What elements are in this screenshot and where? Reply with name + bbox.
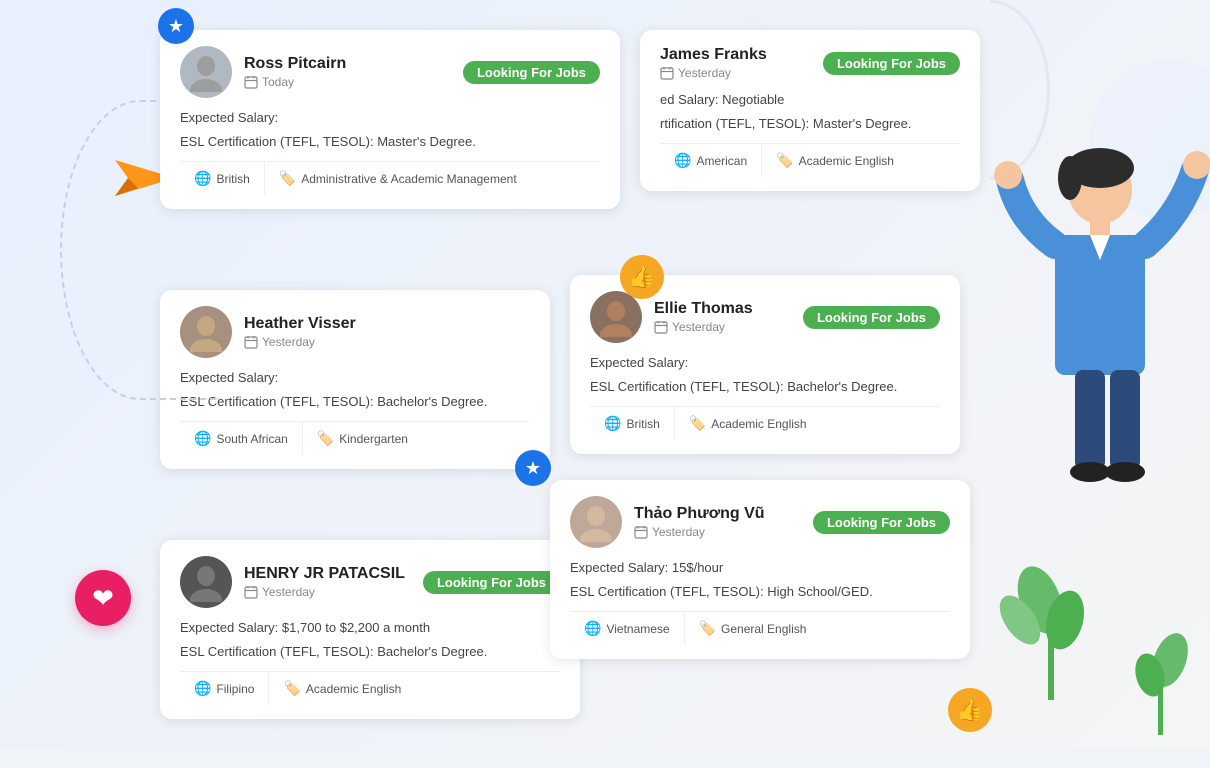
body-heather: Expected Salary: ESL Certification (TEFL… (180, 368, 530, 411)
card-ross[interactable]: Ross Pitcairn Today Looking For Jobs Exp… (160, 30, 620, 209)
tags-james: 🌐 American 🏷️ Academic English (660, 143, 960, 177)
date-thao: Yesterday (634, 525, 801, 539)
name-ross: Ross Pitcairn (244, 55, 451, 73)
body-ross: Expected Salary: ESL Certification (TEFL… (180, 108, 600, 151)
calendar-icon-heather (244, 335, 258, 349)
tag-specialty-ross: 🏷️ Administrative & Academic Management (265, 162, 531, 195)
tag-icon-heather: 🏷️ (317, 430, 334, 447)
star-badge-mid: ★ (515, 450, 551, 486)
globe-icon-henry: 🌐 (194, 680, 211, 697)
main-container: ★ 👍 ★ ❤ 👍 Ross Pitcairn (0, 0, 1210, 748)
tag-nationality-thao: 🌐 Vietnamese (570, 612, 685, 645)
globe-icon-heather: 🌐 (194, 430, 211, 447)
tag-nationality-james: 🌐 American (660, 144, 762, 177)
avatar-ross (180, 46, 232, 98)
globe-icon-james: 🌐 (674, 152, 691, 169)
card-henry[interactable]: HENRY JR PATACSIL Yesterday Looking For … (160, 540, 580, 719)
avatar-ellie (590, 291, 642, 343)
title-group-heather: Heather Visser Yesterday (244, 315, 530, 349)
tag-icon-thao: 🏷️ (699, 620, 716, 637)
card-header-thao: Thảo Phương Vũ Yesterday Looking For Job… (570, 496, 950, 548)
name-thao: Thảo Phương Vũ (634, 505, 801, 523)
salary-ross: Expected Salary: (180, 108, 600, 128)
tag-specialty-ellie: 🏷️ Academic English (675, 407, 821, 440)
date-ross: Today (244, 75, 451, 89)
card-header-james: James Franks Yesterday Looking For Jobs (660, 46, 960, 80)
title-group-ellie: Ellie Thomas Yesterday (654, 300, 791, 334)
cert-ellie: ESL Certification (TEFL, TESOL): Bachelo… (590, 377, 940, 397)
avatar-henry (180, 556, 232, 608)
tag-nationality-heather: 🌐 South African (180, 422, 303, 455)
title-group-henry: HENRY JR PATACSIL Yesterday (244, 565, 411, 599)
card-james[interactable]: James Franks Yesterday Looking For Jobs … (640, 30, 980, 191)
card-header-henry: HENRY JR PATACSIL Yesterday Looking For … (180, 556, 560, 608)
card-ellie[interactable]: Ellie Thomas Yesterday Looking For Jobs … (570, 275, 960, 454)
globe-icon-ellie: 🌐 (604, 415, 621, 432)
salary-henry: Expected Salary: $1,700 to $2,200 a mont… (180, 618, 560, 638)
calendar-icon-ellie (654, 320, 668, 334)
body-henry: Expected Salary: $1,700 to $2,200 a mont… (180, 618, 560, 661)
globe-icon-ross: 🌐 (194, 170, 211, 187)
name-heather: Heather Visser (244, 315, 530, 333)
date-henry: Yesterday (244, 585, 411, 599)
heart-badge: ❤ (75, 570, 131, 626)
tags-thao: 🌐 Vietnamese 🏷️ General English (570, 611, 950, 645)
illustration-figure (990, 60, 1210, 740)
salary-ellie: Expected Salary: (590, 353, 940, 373)
tag-icon-henry: 🏷️ (283, 680, 300, 697)
title-group-ross: Ross Pitcairn Today (244, 55, 451, 89)
tags-ellie: 🌐 British 🏷️ Academic English (590, 406, 940, 440)
globe-icon-thao: 🌐 (584, 620, 601, 637)
salary-thao: Expected Salary: 15$/hour (570, 558, 950, 578)
badge-thao: Looking For Jobs (813, 511, 950, 534)
body-james: ed Salary: Negotiable rtification (TEFL,… (660, 90, 960, 133)
salary-james: ed Salary: Negotiable (660, 90, 960, 110)
tag-nationality-ellie: 🌐 British (590, 407, 675, 440)
badge-james: Looking For Jobs (823, 52, 960, 75)
tags-heather: 🌐 South African 🏷️ Kindergarten (180, 421, 530, 455)
cert-heather: ESL Certification (TEFL, TESOL): Bachelo… (180, 392, 530, 412)
body-thao: Expected Salary: 15$/hour ESL Certificat… (570, 558, 950, 601)
calendar-icon-thao (634, 525, 648, 539)
badge-ross: Looking For Jobs (463, 61, 600, 84)
cert-henry: ESL Certification (TEFL, TESOL): Bachelo… (180, 642, 560, 662)
badge-ellie: Looking For Jobs (803, 306, 940, 329)
tag-icon-ross: 🏷️ (279, 170, 296, 187)
name-ellie: Ellie Thomas (654, 300, 791, 318)
thumbs-up-badge-mid: 👍 (620, 255, 664, 299)
body-ellie: Expected Salary: ESL Certification (TEFL… (590, 353, 940, 396)
avatar-thao (570, 496, 622, 548)
title-group-james: James Franks Yesterday (660, 46, 811, 80)
calendar-icon-henry (244, 585, 258, 599)
tag-specialty-thao: 🏷️ General English (685, 612, 821, 645)
tag-specialty-heather: 🏷️ Kindergarten (303, 422, 422, 455)
card-thao[interactable]: Thảo Phương Vũ Yesterday Looking For Job… (550, 480, 970, 659)
card-header-ross: Ross Pitcairn Today Looking For Jobs (180, 46, 600, 98)
tags-ross: 🌐 British 🏷️ Administrative & Academic M… (180, 161, 600, 195)
cert-james: rtification (TEFL, TESOL): Master's Degr… (660, 114, 960, 134)
star-badge-top: ★ (158, 8, 194, 44)
tag-nationality-ross: 🌐 British (180, 162, 265, 195)
cert-ross: ESL Certification (TEFL, TESOL): Master'… (180, 132, 600, 152)
calendar-icon-james (660, 66, 674, 80)
name-james: James Franks (660, 46, 811, 64)
cert-thao: ESL Certification (TEFL, TESOL): High Sc… (570, 582, 950, 602)
calendar-icon-ross (244, 75, 258, 89)
tag-icon-james: 🏷️ (776, 152, 793, 169)
tags-henry: 🌐 Filipino 🏷️ Academic English (180, 671, 560, 705)
salary-heather: Expected Salary: (180, 368, 530, 388)
tag-specialty-henry: 🏷️ Academic English (269, 672, 415, 705)
card-header-heather: Heather Visser Yesterday (180, 306, 530, 358)
date-ellie: Yesterday (654, 320, 791, 334)
cards-area: Ross Pitcairn Today Looking For Jobs Exp… (160, 20, 1000, 768)
tag-specialty-james: 🏷️ Academic English (762, 144, 908, 177)
tag-icon-ellie: 🏷️ (689, 415, 706, 432)
badge-henry: Looking For Jobs (423, 571, 560, 594)
name-henry: HENRY JR PATACSIL (244, 565, 411, 583)
thumbs-up-badge-bottom: 👍 (948, 688, 992, 732)
date-james: Yesterday (660, 66, 811, 80)
title-group-thao: Thảo Phương Vũ Yesterday (634, 505, 801, 539)
tag-nationality-henry: 🌐 Filipino (180, 672, 269, 705)
date-heather: Yesterday (244, 335, 530, 349)
